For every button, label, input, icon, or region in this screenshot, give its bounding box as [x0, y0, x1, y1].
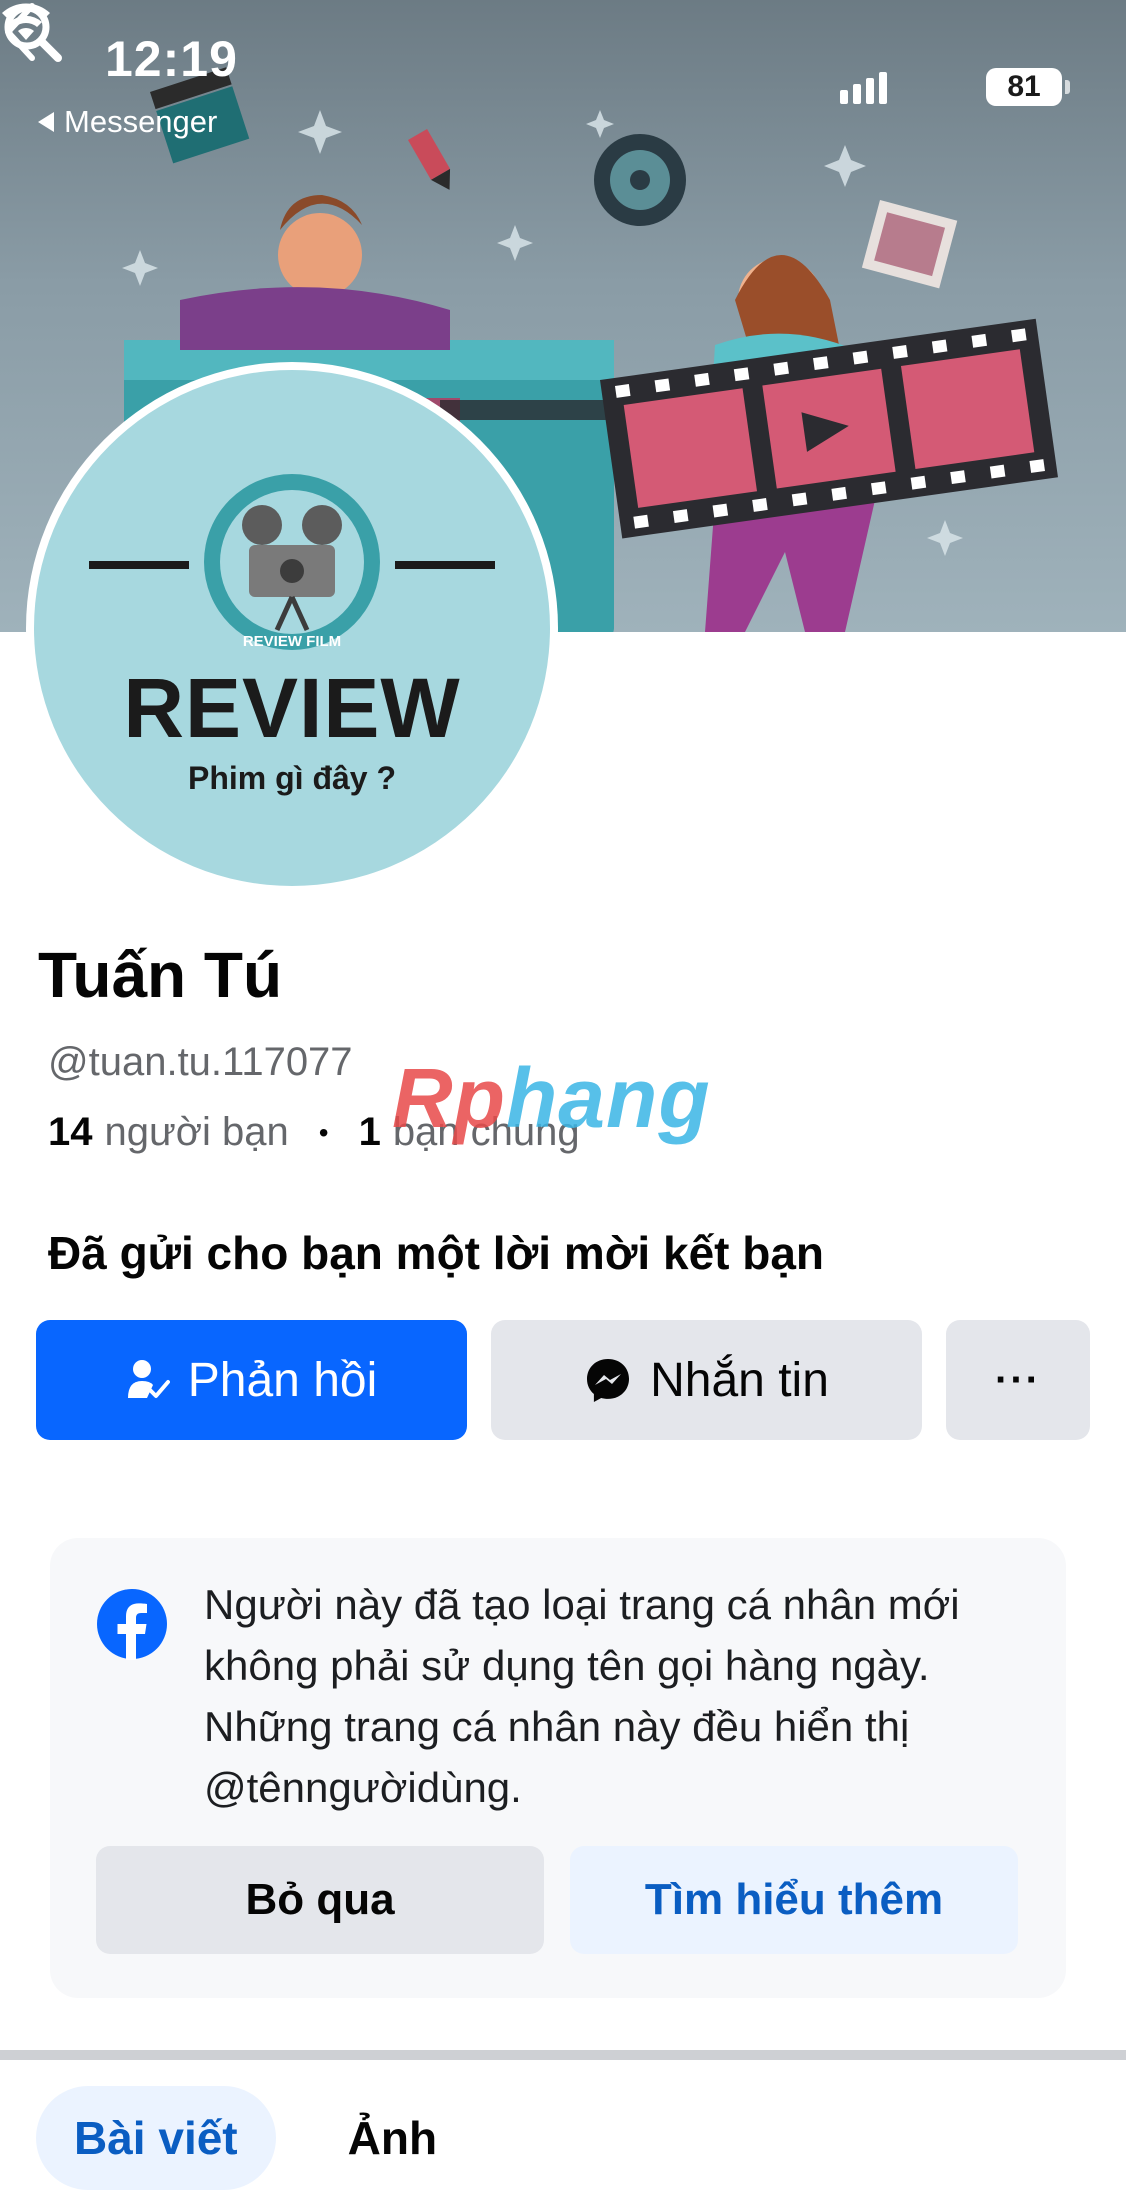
avatar-ring-text: REVIEW FILM: [243, 633, 341, 650]
profile-handle: @tuan.tu.117077: [48, 1040, 353, 1084]
tab-photos[interactable]: Ảnh: [310, 2086, 475, 2190]
friends-label[interactable]: người bạn: [105, 1110, 289, 1155]
watermark-part2: hang: [505, 1051, 711, 1145]
search-icon[interactable]: [0, 0, 64, 64]
profile-actions: Phản hồi Nhắn tin ···: [36, 1320, 1090, 1440]
watermark-part1: Rp: [392, 1051, 506, 1145]
dismiss-button[interactable]: Bỏ qua: [96, 1846, 544, 1954]
respond-button[interactable]: Phản hồi: [36, 1320, 467, 1440]
respond-label: Phản hồi: [187, 1353, 378, 1407]
stats-separator: •: [318, 1116, 329, 1148]
back-app-label: Messenger: [64, 104, 218, 139]
friends-count: 14: [48, 1110, 93, 1154]
mutual-count: 1: [358, 1110, 381, 1154]
username-profile-notice: Người này đã tạo loại trang cá nhân mới …: [50, 1538, 1066, 1998]
message-label: Nhắn tin: [650, 1353, 829, 1407]
avatar-subline: Phim gì đây ?: [187, 760, 397, 796]
facebook-logo-icon: [97, 1589, 167, 1660]
cellular-signal-icon: [840, 72, 887, 104]
avatar-image: REVIEW FILM REVIEW Phim gì đây ?: [34, 370, 550, 886]
back-triangle-icon: [38, 112, 54, 132]
messenger-icon: [587, 1359, 630, 1402]
status-time: 12:19: [105, 31, 238, 87]
watermark-logo: Rphang: [392, 1050, 711, 1147]
learn-more-button[interactable]: Tìm hiểu thêm: [570, 1846, 1018, 1954]
section-divider: [0, 2050, 1126, 2060]
notice-actions: Bỏ qua Tìm hiểu thêm: [96, 1846, 1018, 1954]
avatar-headline: REVIEW: [123, 661, 461, 755]
tab-posts[interactable]: Bài viết: [36, 2086, 276, 2190]
message-button[interactable]: Nhắn tin: [491, 1320, 922, 1440]
battery-indicator: 81: [986, 68, 1070, 106]
profile-name: Tuấn Tú: [38, 939, 283, 1011]
more-options-button[interactable]: ···: [946, 1320, 1090, 1440]
profile-avatar[interactable]: REVIEW FILM REVIEW Phim gì đây ?: [26, 362, 558, 894]
back-to-app-link[interactable]: Messenger: [38, 104, 217, 140]
film-projector-logo-icon: REVIEW FILM: [89, 474, 495, 650]
friend-request-message: Đã gửi cho bạn một lời mời kết bạn: [48, 1227, 825, 1279]
profile-tabs: Bài viết Ảnh: [36, 2086, 475, 2190]
notice-text: Người này đã tạo loại trang cá nhân mới …: [204, 1581, 960, 1811]
person-check-icon: [127, 1360, 170, 1398]
